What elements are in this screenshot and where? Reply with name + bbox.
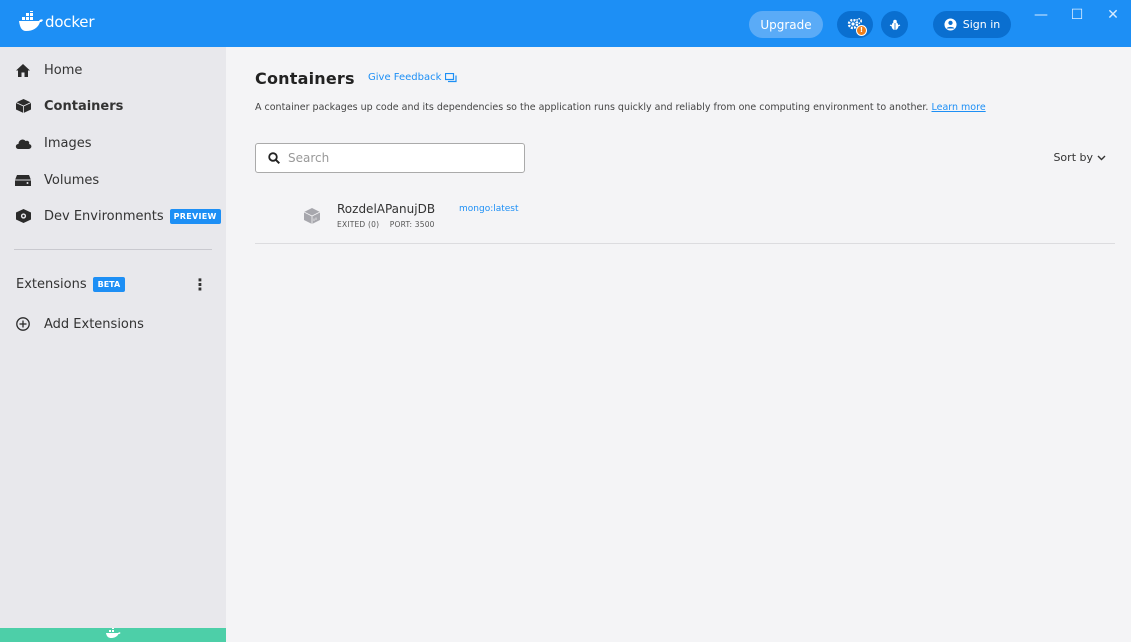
minimize-button[interactable]: — (1023, 0, 1059, 30)
sidebar-item-containers[interactable]: Containers (0, 89, 226, 123)
page-description: A container packages up code and its dep… (255, 102, 986, 113)
container-name[interactable]: RozdelAPanujDB (337, 202, 435, 216)
containers-icon (14, 98, 32, 114)
bug-icon (889, 19, 900, 30)
sidebar-item-label: Dev Environments (44, 208, 164, 224)
title-bar: docker Upgrade ! Sign in — ☐ ✕ (0, 0, 1131, 47)
beta-badge: BETA (92, 276, 126, 292)
sidebar-item-dev-environments[interactable]: Dev Environments PREVIEW (0, 199, 226, 233)
sidebar-item-images[interactable]: Images (0, 126, 226, 160)
settings-button[interactable]: ! (837, 11, 873, 38)
docker-whale-icon (106, 628, 121, 638)
more-options-icon[interactable]: ⋮ (192, 275, 208, 294)
feedback-icon (445, 72, 458, 82)
sidebar-divider (14, 249, 212, 250)
upgrade-button[interactable]: Upgrade (749, 11, 823, 38)
give-feedback-label: Give Feedback (368, 72, 442, 83)
sidebar: Home Containers Images Volumes Dev Envir… (0, 47, 226, 642)
sidebar-item-label: Volumes (44, 172, 100, 188)
docker-whale-icon (19, 11, 43, 31)
description-text: A container packages up code and its dep… (255, 102, 929, 113)
container-status: EXITED (0) PORT: 3500 (337, 220, 435, 229)
sort-by-label: Sort by (1053, 151, 1093, 164)
search-input[interactable] (288, 151, 508, 165)
sort-by-dropdown[interactable]: Sort by (1053, 151, 1106, 164)
home-icon (14, 62, 32, 78)
sign-in-button[interactable]: Sign in (933, 11, 1011, 38)
window-controls: — ☐ ✕ (1023, 0, 1131, 30)
sidebar-item-label: Home (44, 62, 83, 78)
container-port: PORT: 3500 (389, 220, 435, 229)
learn-more-link[interactable]: Learn more (931, 102, 985, 113)
dev-env-icon (14, 208, 32, 224)
container-exit-status: EXITED (0) (337, 220, 380, 229)
logo-text: docker (45, 13, 95, 31)
search-box[interactable] (255, 143, 525, 173)
troubleshoot-button[interactable] (881, 11, 908, 38)
sidebar-item-volumes[interactable]: Volumes (0, 163, 226, 197)
engine-status-bar[interactable] (0, 628, 226, 642)
search-icon (268, 152, 280, 164)
table-row[interactable]: RozdelAPanujDB mongo:latest EXITED (0) P… (255, 194, 1115, 244)
chevron-down-icon (1097, 155, 1106, 160)
images-icon (14, 135, 32, 151)
extensions-label: Extensions (16, 276, 87, 292)
user-circle-icon (944, 18, 957, 31)
notification-badge: ! (856, 25, 867, 36)
volumes-icon (14, 172, 32, 188)
add-extensions-button[interactable]: Add Extensions (0, 309, 226, 339)
give-feedback-link[interactable]: Give Feedback (368, 72, 458, 83)
close-button[interactable]: ✕ (1095, 0, 1131, 30)
sign-in-label: Sign in (962, 18, 1001, 31)
container-cube-icon (303, 208, 321, 224)
add-extensions-label: Add Extensions (44, 316, 144, 332)
preview-badge: PREVIEW (169, 208, 221, 224)
container-image-tag[interactable]: mongo:latest (459, 204, 519, 214)
plus-circle-icon (14, 317, 32, 331)
docker-logo: docker (18, 11, 94, 33)
sidebar-item-home[interactable]: Home (0, 53, 226, 87)
main-content: Containers Give Feedback A container pac… (226, 47, 1131, 642)
sidebar-item-label: Images (44, 135, 92, 151)
maximize-button[interactable]: ☐ (1059, 0, 1095, 30)
extensions-header: Extensions BETA ⋮ (0, 269, 226, 299)
sidebar-item-label: Containers (44, 98, 124, 114)
page-title: Containers (255, 69, 355, 88)
